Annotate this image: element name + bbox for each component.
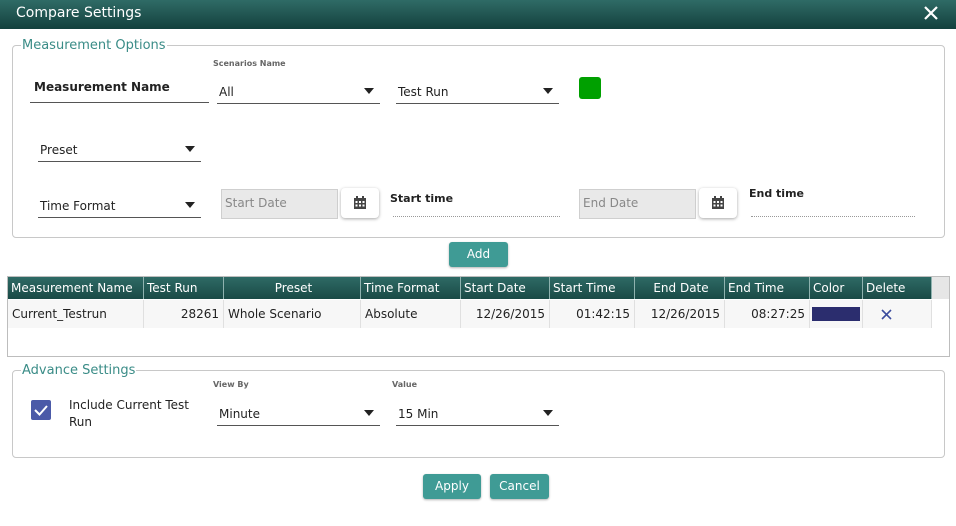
end-date-input[interactable]: End Date [579,189,696,219]
header-preset[interactable]: Preset [224,277,361,299]
table-row[interactable]: Current_Testrun 28261 Whole Scenario Abs… [8,300,932,328]
calendar-icon [712,196,724,209]
cell-start-date: 12/26/2015 [461,300,550,328]
view-by-value: Minute [219,407,260,421]
header-test-run[interactable]: Test Run [144,277,224,299]
measurement-name-field[interactable]: Measurement Name [30,78,209,103]
view-by-label: View By [213,380,249,389]
cancel-button[interactable]: Cancel [490,474,549,499]
header-end-time[interactable]: End Time [725,277,810,299]
include-current-checkbox[interactable] [31,400,51,420]
test-run-value: Test Run [398,85,449,99]
checkmark-icon [34,405,48,416]
color-swatch[interactable] [812,307,860,321]
start-date-calendar-button[interactable] [341,188,379,218]
cell-end-time: 08:27:25 [725,300,810,328]
chevron-down-icon [185,146,195,152]
close-icon[interactable] [881,309,892,320]
grid-scrollbar-corner [932,277,949,299]
end-time-label: End time [749,187,804,200]
measurement-grid: Measurement Name Test Run Preset Time Fo… [7,276,950,357]
chevron-down-icon [364,410,374,416]
view-by-select[interactable]: Minute [217,398,380,426]
start-time-input[interactable] [393,208,560,217]
start-date-placeholder: Start Date [225,196,287,210]
header-start-time[interactable]: Start Time [550,277,635,299]
chevron-down-icon [185,202,195,208]
dialog-title: Compare Settings [16,5,142,21]
header-color[interactable]: Color [810,277,863,299]
cell-test-run: 28261 [144,300,224,328]
chevron-down-icon [543,410,553,416]
cell-time-format: Absolute [361,300,461,328]
chevron-down-icon [543,88,553,94]
include-current-label: Include Current Test Run [69,398,190,429]
measurement-options-legend: Measurement Options [22,38,166,53]
scenarios-name-label: Scenarios Name [213,59,286,68]
preset-value: Preset [40,143,78,157]
cell-measurement-name: Current_Testrun [8,300,144,328]
time-format-select[interactable]: Time Format [38,190,201,218]
header-measurement-name[interactable]: Measurement Name [8,277,144,299]
start-date-input[interactable]: Start Date [221,189,338,219]
cell-start-time: 01:42:15 [550,300,635,328]
header-start-date[interactable]: Start Date [461,277,550,299]
cell-color [810,300,863,328]
header-delete[interactable]: Delete [863,277,932,299]
dialog-titlebar: Compare Settings [0,0,956,29]
grid-header: Measurement Name Test Run Preset Time Fo… [8,277,949,299]
preset-select[interactable]: Preset [38,134,201,162]
start-time-label: Start time [390,192,454,205]
measurement-name-label: Measurement Name [34,80,170,94]
cell-delete [863,300,932,328]
value-value: 15 Min [398,407,439,421]
header-end-date[interactable]: End Date [635,277,725,299]
chevron-down-icon [364,88,374,94]
cell-preset: Whole Scenario [224,300,361,328]
value-label: Value [392,380,418,389]
close-icon[interactable] [923,5,939,21]
scenarios-value: All [219,85,234,99]
header-time-format[interactable]: Time Format [361,277,461,299]
advance-settings-legend: Advance Settings [22,363,136,378]
test-run-select[interactable]: Test Run [396,76,559,104]
cell-end-date: 12/26/2015 [635,300,725,328]
value-select[interactable]: 15 Min [396,398,559,426]
calendar-icon [354,196,366,209]
end-date-placeholder: End Date [583,196,639,210]
end-date-calendar-button[interactable] [699,188,737,218]
add-button[interactable]: Add [449,242,508,267]
time-format-value: Time Format [40,199,116,213]
color-swatch[interactable] [579,77,601,99]
end-time-input[interactable] [751,208,915,217]
apply-button[interactable]: Apply [423,474,481,499]
scenarios-select[interactable]: All [217,76,380,104]
